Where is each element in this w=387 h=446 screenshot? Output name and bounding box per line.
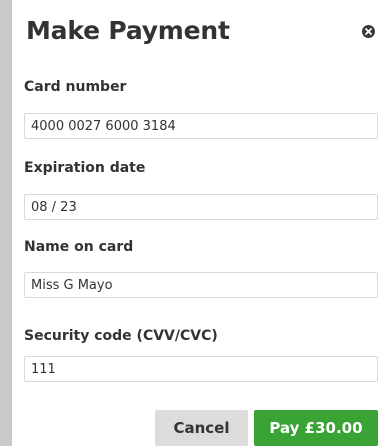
pay-button[interactable]: Pay £30.00 [254, 410, 378, 446]
card-number-label: Card number [24, 79, 127, 95]
card-number-input[interactable] [24, 113, 378, 139]
payment-dialog: Make Payment Card number Expiration date… [12, 0, 387, 446]
name-on-card-label: Name on card [24, 239, 134, 255]
security-code-label: Security code (CVV/CVC) [24, 328, 218, 344]
expiration-date-label: Expiration date [24, 160, 146, 176]
name-on-card-input[interactable] [24, 272, 378, 298]
expiration-date-input[interactable] [24, 194, 378, 220]
close-icon[interactable] [362, 25, 375, 38]
security-code-input[interactable] [24, 356, 378, 382]
cancel-button[interactable]: Cancel [155, 410, 248, 446]
dialog-title: Make Payment [26, 16, 230, 45]
